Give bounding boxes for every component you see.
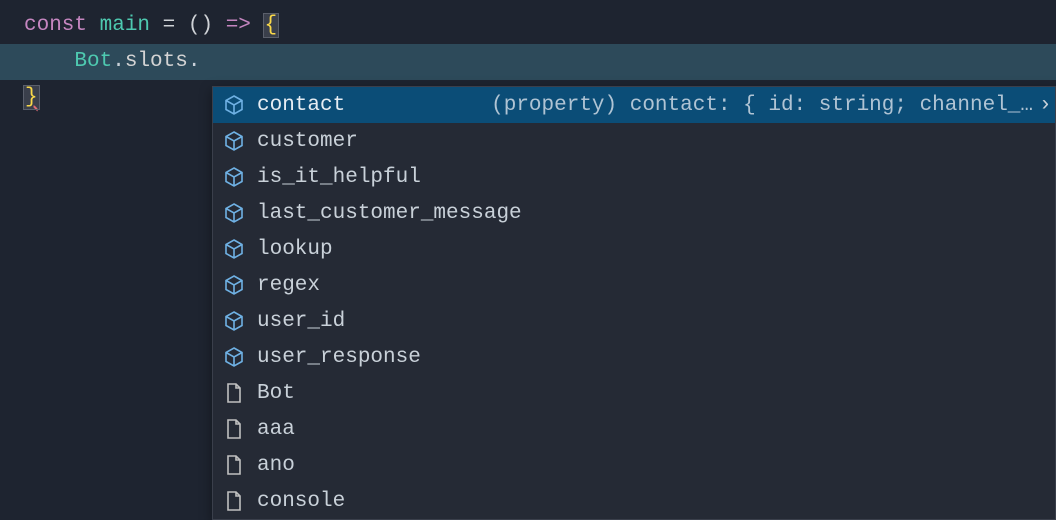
code-line-1[interactable]: const main = () => {	[24, 8, 1056, 44]
field-icon	[223, 238, 245, 260]
suggestion-label: ano	[257, 454, 295, 477]
token-identifier: main	[100, 14, 150, 37]
suggestion-label: user_response	[257, 346, 421, 369]
suggestion-item[interactable]: last_customer_message	[213, 195, 1055, 231]
token-paren-close: )	[200, 14, 213, 37]
suggestion-label: lookup	[257, 238, 333, 261]
suggestion-item[interactable]: console	[213, 483, 1055, 519]
suggestion-detail: (property) contact: { id: string; channe…	[471, 94, 1033, 117]
code-line-2[interactable]: Bot.slots.	[24, 44, 1056, 80]
suggestion-item[interactable]: regex	[213, 267, 1055, 303]
token-arrow: =>	[226, 14, 251, 37]
file-icon	[223, 454, 245, 476]
suggestion-item[interactable]: ano	[213, 447, 1055, 483]
suggestion-popup[interactable]: contact (property) contact: { id: string;…	[212, 86, 1056, 520]
token-equals: =	[163, 14, 176, 37]
suggestion-item[interactable]: lookup	[213, 231, 1055, 267]
suggestion-item[interactable]: aaa	[213, 411, 1055, 447]
token-brace-close: }	[24, 86, 39, 109]
field-icon	[223, 130, 245, 152]
suggestion-label: Bot	[257, 382, 295, 405]
field-icon	[223, 166, 245, 188]
suggestion-label: aaa	[257, 418, 295, 441]
file-icon	[223, 490, 245, 512]
field-icon	[223, 274, 245, 296]
token-identifier: Bot	[74, 50, 112, 73]
token-dot: .	[112, 50, 125, 73]
suggestion-item[interactable]: customer	[213, 123, 1055, 159]
suggestion-label: regex	[257, 274, 320, 297]
suggestion-label: is_it_helpful	[257, 166, 421, 189]
suggestion-label: user_id	[257, 310, 345, 333]
token-property: slots	[125, 50, 188, 73]
suggestion-label: console	[257, 490, 345, 513]
token-brace-open: {	[264, 14, 279, 37]
chevron-right-icon[interactable]: ›	[1033, 94, 1049, 117]
field-icon	[223, 202, 245, 224]
field-icon	[223, 310, 245, 332]
token-dot: .	[188, 50, 201, 73]
suggestion-item[interactable]: is_it_helpful	[213, 159, 1055, 195]
token-paren-open: (	[188, 14, 201, 37]
suggestion-label: last_customer_message	[257, 202, 522, 225]
field-icon	[223, 346, 245, 368]
suggestion-item[interactable]: user_response	[213, 339, 1055, 375]
suggestion-item[interactable]: contact (property) contact: { id: string;…	[213, 87, 1055, 123]
suggestion-item[interactable]: Bot	[213, 375, 1055, 411]
suggestion-item[interactable]: user_id	[213, 303, 1055, 339]
file-icon	[223, 418, 245, 440]
suggestion-label: contact	[257, 94, 345, 117]
field-icon	[223, 94, 245, 116]
suggestion-label: customer	[257, 130, 358, 153]
file-icon	[223, 382, 245, 404]
token-keyword: const	[24, 14, 87, 37]
